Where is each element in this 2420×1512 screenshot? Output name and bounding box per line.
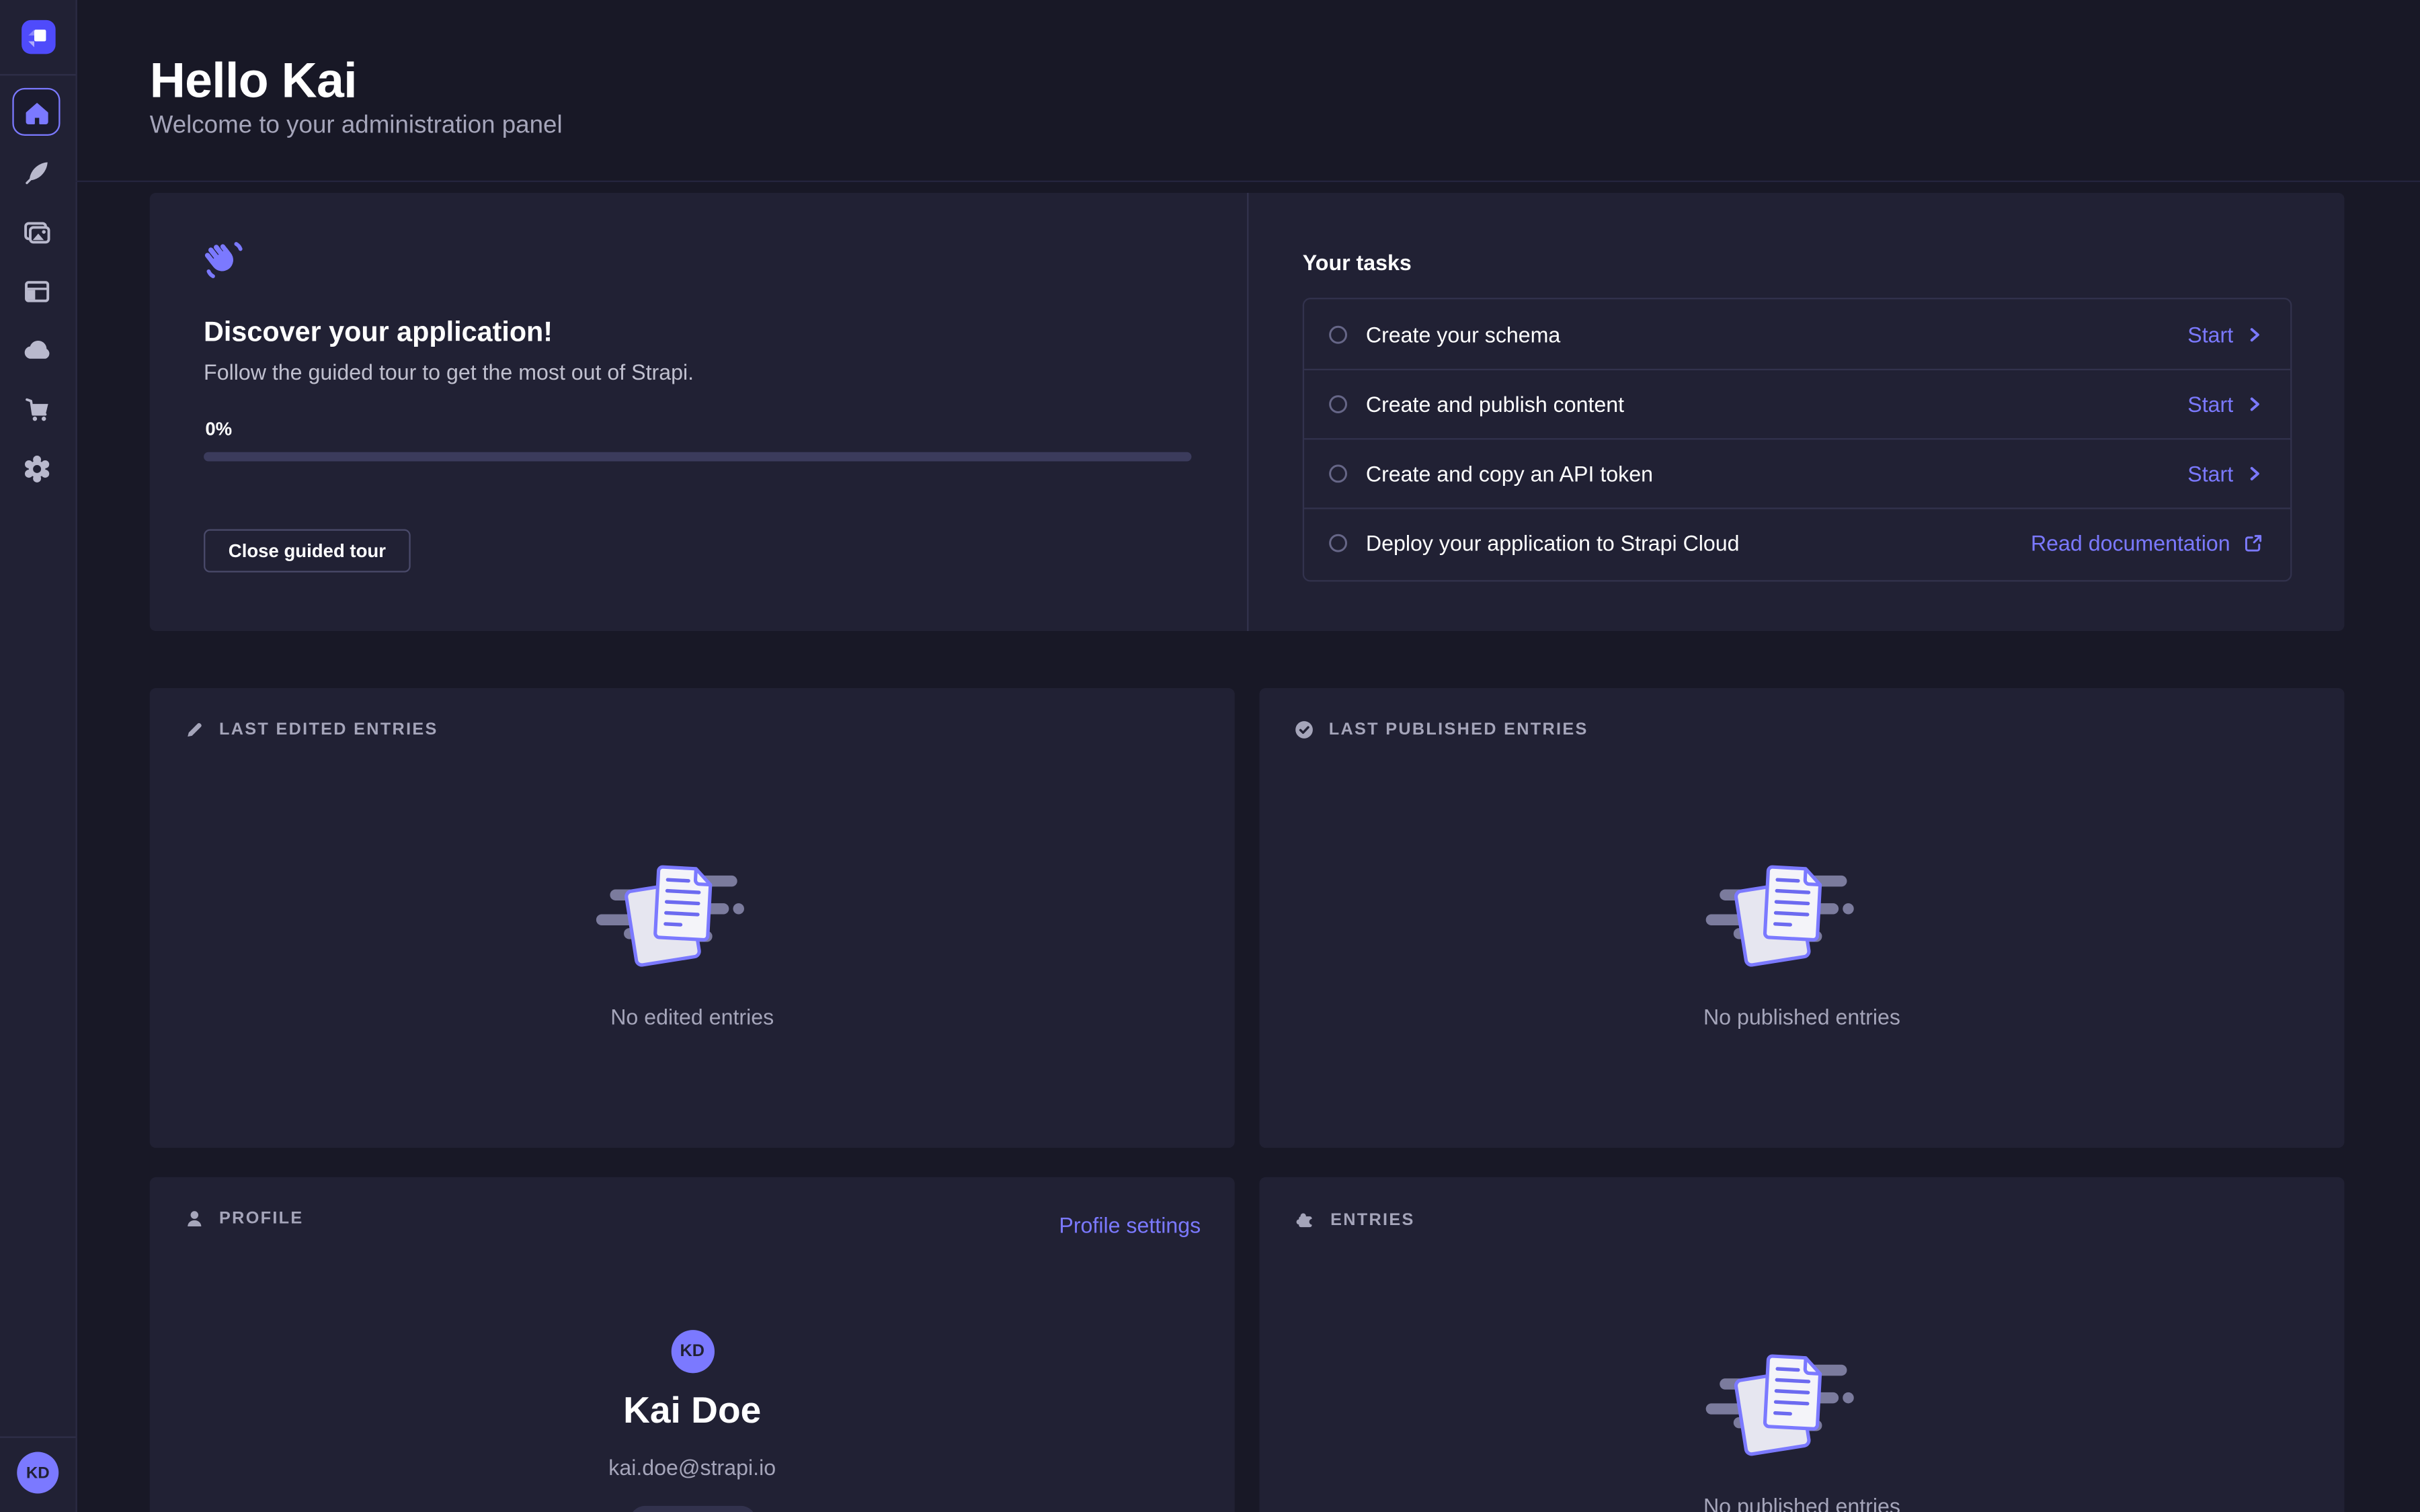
task-label: Deploy your application to Strapi Cloud <box>1366 531 2031 556</box>
strapi-logo-icon <box>22 20 56 54</box>
empty-documents-illustration <box>1705 1331 1899 1464</box>
waving-hand-icon <box>204 239 245 290</box>
card-title: LAST PUBLISHED ENTRIES <box>1329 720 1588 739</box>
sidebar-item-media-library[interactable] <box>22 218 52 249</box>
chevron-right-icon <box>2247 396 2263 412</box>
task-row: Create and copy an API token Start <box>1304 438 2290 507</box>
tour-vertical-divider <box>1247 193 1248 631</box>
check-circle-icon <box>1295 720 1314 739</box>
task-label: Create your schema <box>1366 322 2187 347</box>
empty-state-text: No edited entries <box>150 1005 1235 1030</box>
cart-icon <box>22 393 52 424</box>
task-action-label: Start <box>2187 461 2233 486</box>
pencil-icon <box>186 720 204 739</box>
header-divider <box>76 181 2420 182</box>
profile-email: kai.doe@strapi.io <box>150 1455 1235 1480</box>
cloud-icon <box>22 335 52 366</box>
profile-settings-link[interactable]: Profile settings <box>1059 1213 1201 1238</box>
content-type-builder-icon <box>22 276 52 307</box>
tasks-list: Create your schema Start Create and publ… <box>1303 298 2292 581</box>
sidebar-item-home[interactable] <box>12 88 60 136</box>
task-start-link[interactable]: Start <box>2187 322 2263 347</box>
sidebar-divider-top <box>0 74 76 75</box>
task-start-link[interactable]: Start <box>2187 392 2263 417</box>
tour-progress-label: 0% <box>205 418 232 439</box>
task-action-label: Start <box>2187 392 2233 417</box>
tour-subtitle: Follow the guided tour to get the most o… <box>204 360 694 384</box>
empty-state-text: No published entries <box>1259 1493 2344 1512</box>
sidebar-item-content-type-builder[interactable] <box>22 276 52 307</box>
card-title: PROFILE <box>219 1210 304 1228</box>
task-action-label: Start <box>2187 322 2233 347</box>
home-icon <box>21 96 52 127</box>
task-start-link[interactable]: Start <box>2187 461 2263 486</box>
task-read-documentation-link[interactable]: Read documentation <box>2031 531 2263 556</box>
entries-card: ENTRIES <box>1259 1177 2344 1512</box>
profile-card: PROFILE Profile settings KD Kai Doe kai.… <box>150 1177 1235 1512</box>
task-status-circle-icon <box>1329 395 1348 414</box>
task-row: Create and publish content Start <box>1304 369 2290 438</box>
sidebar-item-marketplace[interactable] <box>22 393 52 424</box>
empty-documents-illustration <box>595 843 789 975</box>
last-published-entries-card: LAST PUBLISHED ENTRIES <box>1259 688 2344 1148</box>
person-icon <box>186 1210 204 1228</box>
sidebar-item-settings[interactable] <box>22 454 52 485</box>
close-guided-tour-button[interactable]: Close guided tour <box>204 530 411 573</box>
tour-progress-bar <box>204 452 1191 462</box>
chevron-right-icon <box>2247 466 2263 481</box>
task-status-circle-icon <box>1329 464 1348 483</box>
sidebar: KD <box>0 0 77 1512</box>
feather-icon <box>22 157 52 188</box>
task-row: Deploy your application to Strapi Cloud … <box>1304 507 2290 577</box>
task-label: Create and copy an API token <box>1366 461 2187 486</box>
task-action-label: Read documentation <box>2031 531 2230 556</box>
profile-name: Kai Doe <box>150 1390 1235 1433</box>
task-label: Create and publish content <box>1366 392 2187 417</box>
last-edited-entries-card: LAST EDITED ENTRIES <box>150 688 1235 1148</box>
card-title: ENTRIES <box>1330 1210 1415 1229</box>
task-row: Create your schema Start <box>1304 299 2290 368</box>
strapi-logo[interactable] <box>22 20 56 54</box>
card-title: LAST EDITED ENTRIES <box>219 720 438 739</box>
empty-state-text: No published entries <box>1259 1005 2344 1030</box>
puzzle-icon <box>1295 1210 1315 1230</box>
profile-avatar: KD <box>671 1330 714 1373</box>
strapi-admin-dashboard: KD Hello Kai Welcome to your administrat… <box>0 0 2420 1512</box>
external-link-icon <box>2244 534 2263 552</box>
chevron-right-icon <box>2247 327 2263 342</box>
page-subtitle: Welcome to your administration panel <box>150 113 563 140</box>
profile-role-badge <box>629 1506 756 1512</box>
gear-icon <box>22 454 52 485</box>
empty-documents-illustration <box>1705 843 1899 975</box>
task-status-circle-icon <box>1329 325 1348 343</box>
tour-title: Discover your application! <box>204 317 553 349</box>
guided-tour-panel: Discover your application! Follow the gu… <box>150 193 2345 631</box>
page-title: Hello Kai <box>150 52 357 110</box>
sidebar-divider-bottom <box>0 1437 76 1438</box>
task-status-circle-icon <box>1329 534 1348 552</box>
media-library-icon <box>22 218 52 249</box>
sidebar-item-content-manager[interactable] <box>22 157 52 188</box>
sidebar-item-cloud[interactable] <box>22 335 52 366</box>
tasks-title: Your tasks <box>1303 250 1412 275</box>
user-avatar[interactable]: KD <box>17 1452 58 1493</box>
